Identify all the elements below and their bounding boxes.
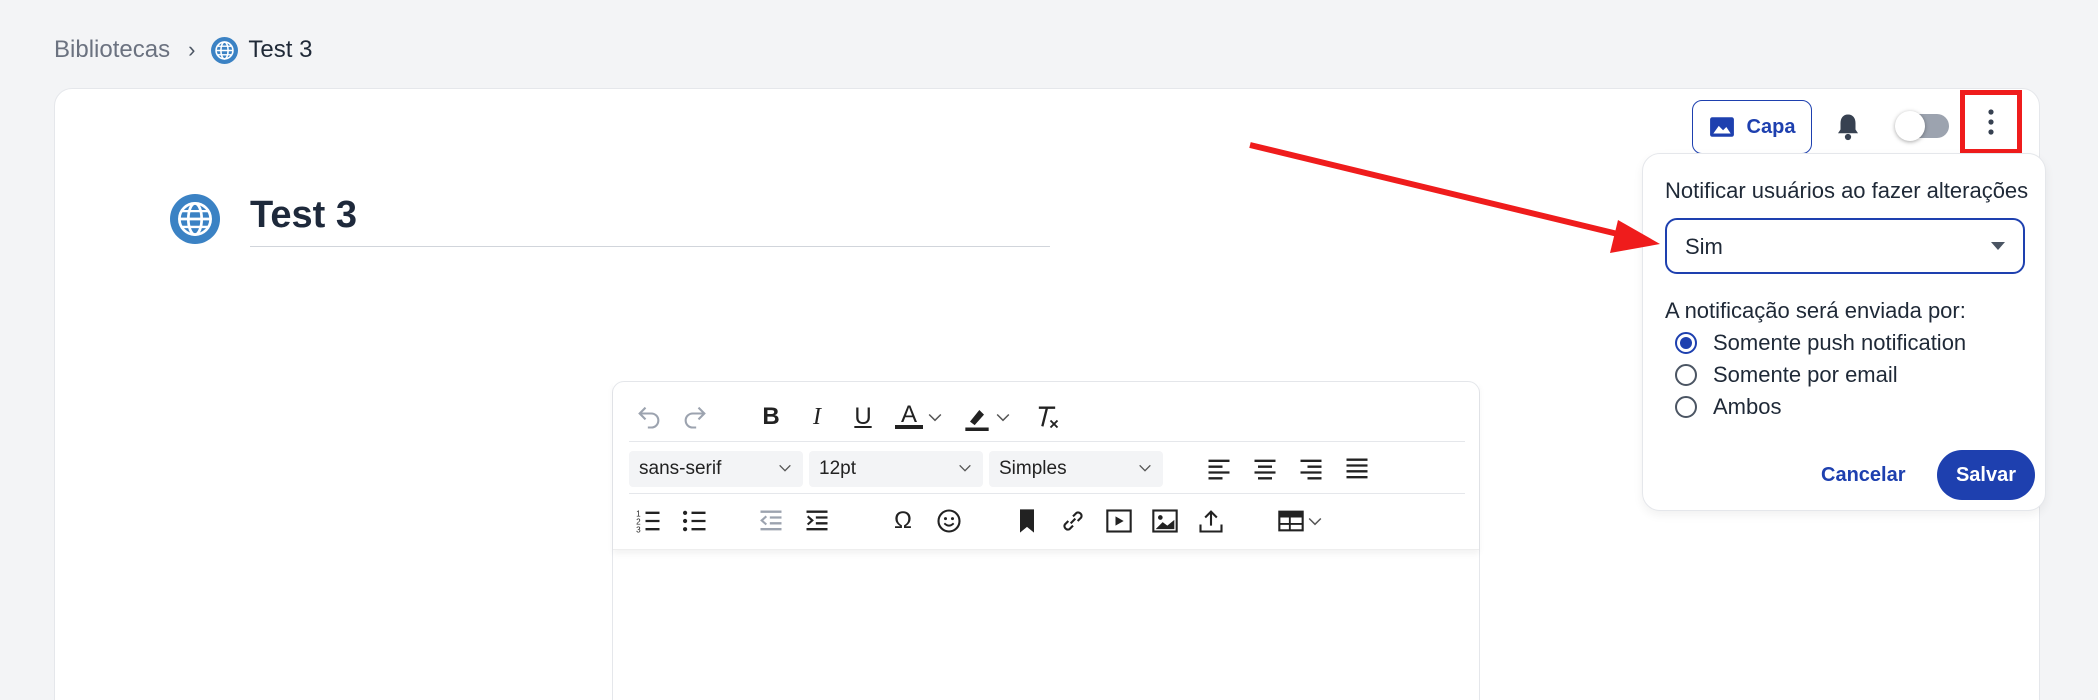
- globe-icon: [211, 36, 239, 64]
- breadcrumb: Bibliotecas › Test 3: [54, 36, 312, 64]
- cancel-button[interactable]: Cancelar: [1821, 464, 1906, 487]
- radio-both[interactable]: [1675, 396, 1697, 418]
- notify-label: Notificar usuários ao fazer alterações: [1665, 178, 2029, 203]
- toggle-knob: [1895, 111, 1925, 141]
- chevron-down-icon: [1139, 464, 1151, 472]
- link-icon[interactable]: [1059, 507, 1087, 535]
- notify-select[interactable]: Sim: [1665, 218, 2025, 274]
- notification-panel: Notificar usuários ao fazer alterações S…: [1642, 153, 2046, 511]
- table-chevron-icon[interactable]: [1305, 507, 1325, 535]
- more-options-button[interactable]: [1960, 90, 2022, 154]
- radio-both-option[interactable]: Ambos: [1675, 394, 1781, 420]
- underline-icon[interactable]: U: [849, 403, 877, 431]
- kebab-icon: [1988, 109, 1994, 135]
- image-icon: [1709, 117, 1734, 137]
- text-color-icon[interactable]: A: [895, 403, 923, 429]
- title-underline: [250, 246, 1050, 247]
- highlight-icon[interactable]: [963, 403, 991, 431]
- upload-icon[interactable]: [1197, 507, 1225, 535]
- align-center-icon[interactable]: [1251, 455, 1279, 483]
- radio-push-label: Somente push notification: [1713, 330, 1967, 355]
- breadcrumb-root-link[interactable]: Bibliotecas: [54, 36, 170, 64]
- font-size-value: 12pt: [819, 458, 856, 479]
- bold-icon[interactable]: B: [757, 403, 785, 431]
- italic-icon[interactable]: I: [803, 403, 831, 431]
- chevron-down-icon: [779, 464, 791, 472]
- indent-icon[interactable]: [803, 507, 831, 535]
- radio-email-option[interactable]: Somente por email: [1675, 362, 1898, 388]
- line-spacing-value: Simples: [999, 458, 1067, 479]
- toolbar-row-fonts: sans-serif 12pt Simples: [629, 442, 1465, 494]
- save-button[interactable]: Salvar: [1937, 450, 2035, 500]
- bell-icon[interactable]: [1833, 112, 1863, 142]
- redo-icon[interactable]: [681, 403, 709, 431]
- line-spacing-select[interactable]: Simples: [989, 451, 1163, 487]
- numbered-list-icon[interactable]: 123: [635, 507, 663, 535]
- toolbar-row-formatting: B I U A: [629, 390, 1465, 442]
- caret-down-icon: [1991, 242, 2005, 250]
- table-icon[interactable]: [1277, 507, 1305, 535]
- radio-both-label: Ambos: [1713, 394, 1782, 419]
- breadcrumb-separator: ›: [188, 37, 196, 62]
- notify-select-value: Sim: [1685, 234, 1723, 259]
- font-family-value: sans-serif: [639, 458, 722, 479]
- send-via-label: A notificação será enviada por:: [1665, 298, 1966, 323]
- text-color-chevron-icon[interactable]: [925, 403, 945, 431]
- editor-toolbar: B I U A sans-serif 12pt Simples 1 2 3 Ω: [613, 382, 1479, 550]
- cover-label: Capa: [1746, 115, 1796, 138]
- image-icon[interactable]: [1151, 507, 1179, 535]
- align-left-icon[interactable]: [1205, 455, 1233, 483]
- bookmark-icon[interactable]: [1013, 507, 1041, 535]
- outdent-icon[interactable]: [757, 507, 785, 535]
- chevron-down-icon: [959, 464, 971, 472]
- toolbar-row-insert: 123 Ω: [629, 494, 1465, 546]
- radio-push[interactable]: [1675, 332, 1697, 354]
- breadcrumb-current: Test 3: [248, 36, 313, 63]
- document-globe-icon: [170, 194, 220, 244]
- video-icon[interactable]: [1105, 507, 1133, 535]
- radio-email[interactable]: [1675, 364, 1697, 386]
- radio-email-label: Somente por email: [1713, 362, 1898, 387]
- clear-format-icon[interactable]: [1033, 403, 1061, 431]
- undo-icon[interactable]: [635, 403, 663, 431]
- font-family-select[interactable]: sans-serif: [629, 451, 803, 487]
- align-justify-icon[interactable]: [1343, 455, 1371, 483]
- bullet-list-icon[interactable]: [681, 507, 709, 535]
- cover-button[interactable]: Capa: [1692, 100, 1812, 154]
- highlight-chevron-icon[interactable]: [993, 403, 1013, 431]
- rich-text-editor[interactable]: B I U A sans-serif 12pt Simples 1 2 3 Ω: [612, 381, 1480, 700]
- emoji-icon[interactable]: [935, 507, 963, 535]
- align-right-icon[interactable]: [1297, 455, 1325, 483]
- radio-push-option[interactable]: Somente push notification: [1675, 330, 1966, 356]
- document-title-input[interactable]: Test 3: [250, 194, 357, 237]
- special-char-icon[interactable]: Ω: [889, 507, 917, 535]
- font-size-select[interactable]: 12pt: [809, 451, 983, 487]
- svg-text:3: 3: [636, 526, 641, 535]
- notification-toggle[interactable]: [1895, 111, 1949, 141]
